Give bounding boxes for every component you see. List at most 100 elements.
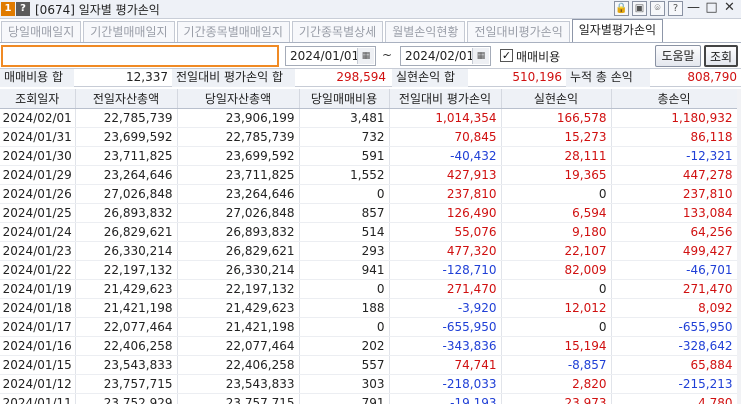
- cell-real: 166,578: [501, 108, 612, 128]
- cell-total: 65,884: [611, 355, 738, 375]
- cell-fee: 303: [299, 374, 390, 394]
- calendar-icon[interactable]: ▦: [357, 48, 374, 64]
- cell-fee: 0: [299, 279, 390, 299]
- table-row[interactable]: 2024/01/12 23,757,715 23,543,833 303 -218,03…: [0, 374, 738, 394]
- cell-total: -46,701: [611, 260, 738, 280]
- cell-date: 2024/02/01: [0, 108, 76, 128]
- cell-cur-asset: 23,543,833: [177, 374, 300, 394]
- cell-prev-asset: 23,264,646: [75, 165, 178, 185]
- cell-total: -328,642: [611, 336, 738, 356]
- date-from-input[interactable]: 2024/01/01 ▦: [285, 46, 376, 66]
- cell-prev-asset: 23,699,592: [75, 127, 178, 147]
- cell-real: -8,857: [501, 355, 612, 375]
- cell-eval: -128,710: [389, 260, 502, 280]
- column-header[interactable]: 실현손익: [501, 89, 612, 109]
- cell-eval: 126,490: [389, 203, 502, 223]
- cell-fee: 514: [299, 222, 390, 242]
- table-row[interactable]: 2024/01/31 23,699,592 22,785,739 732 70,845 1…: [0, 127, 738, 147]
- table-row[interactable]: 2024/01/16 22,406,258 22,077,464 202 -343,83…: [0, 336, 738, 356]
- search-button[interactable]: 조회: [704, 45, 738, 67]
- column-header[interactable]: 전일자산총액: [75, 89, 178, 109]
- cell-total: 1,180,932: [611, 108, 738, 128]
- cell-date: 2024/01/16: [0, 336, 76, 356]
- column-header[interactable]: 총손익: [611, 89, 738, 109]
- cell-eval: 74,741: [389, 355, 502, 375]
- tab-4[interactable]: 월별손익현황: [385, 21, 466, 42]
- cell-date: 2024/01/23: [0, 241, 76, 261]
- cell-prev-asset: 23,543,833: [75, 355, 178, 375]
- fee-checkbox-label: 매매비용: [516, 50, 561, 64]
- help-button[interactable]: 도움말: [655, 45, 701, 67]
- cell-cur-asset: 23,699,592: [177, 146, 300, 166]
- column-header[interactable]: 당일자산총액: [177, 89, 300, 109]
- cell-date: 2024/01/29: [0, 165, 76, 185]
- table-row[interactable]: 2024/01/18 21,421,198 21,429,623 188 -3,920 1…: [0, 298, 738, 318]
- tab-1[interactable]: 기간별매매일지: [83, 21, 175, 42]
- table-row[interactable]: 2024/01/15 23,543,833 22,406,258 557 74,741-…: [0, 355, 738, 375]
- realized-total-value: 510,196: [512, 70, 562, 84]
- screen-number-badge[interactable]: 1: [1, 2, 15, 16]
- cell-eval: -655,950: [389, 317, 502, 337]
- cell-eval: 237,810: [389, 184, 502, 204]
- table-row[interactable]: 2024/01/29 23,264,646 23,711,825 1,552 427,9…: [0, 165, 738, 185]
- cell-fee: 557: [299, 355, 390, 375]
- table-row[interactable]: 2024/01/30 23,711,825 23,699,592 591 -40,432…: [0, 146, 738, 166]
- date-to-input[interactable]: 2024/02/01 ▦: [400, 46, 491, 66]
- table-row[interactable]: 2024/01/19 21,429,623 22,197,132 0 271,470 0 2…: [0, 279, 738, 299]
- cell-eval: -3,920: [389, 298, 502, 318]
- cell-date: 2024/01/31: [0, 127, 76, 147]
- title-bar: 1 ? [0674] 일자별 평가손익 🔒 ▣ ⌾ ? — □ ✕: [0, 0, 741, 19]
- tab-2[interactable]: 기간종목별매매일지: [176, 21, 290, 42]
- question-icon[interactable]: ?: [668, 1, 683, 16]
- table-row[interactable]: 2024/01/26 27,026,848 23,264,646 0 237,810 0 2…: [0, 184, 738, 204]
- cell-cur-asset: 26,893,832: [177, 222, 300, 242]
- table-row[interactable]: 2024/01/11 23,752,929 23,757,715 791 -19,193…: [0, 393, 738, 404]
- cell-cur-asset: 23,264,646: [177, 184, 300, 204]
- cell-prev-asset: 22,077,464: [75, 317, 178, 337]
- help-badge-icon[interactable]: ?: [16, 2, 30, 16]
- column-header[interactable]: 조회일자: [0, 89, 76, 109]
- account-input[interactable]: [1, 45, 279, 67]
- cell-date: 2024/01/19: [0, 279, 76, 299]
- tab-3[interactable]: 기간종목별상세: [291, 21, 384, 42]
- table-row[interactable]: 2024/01/22 22,197,132 26,330,214 941 -128,71…: [0, 260, 738, 280]
- window-title: [0674] 일자별 평가손익: [35, 2, 160, 17]
- cell-real: 19,365: [501, 165, 612, 185]
- vertical-scrollbar[interactable]: [737, 89, 741, 404]
- cell-date: 2024/01/25: [0, 203, 76, 223]
- cell-fee: 732: [299, 127, 390, 147]
- maximize-icon[interactable]: □: [704, 1, 719, 16]
- table-row[interactable]: 2024/01/24 26,829,621 26,893,832 514 55,076 9…: [0, 222, 738, 242]
- camera-icon[interactable]: ⌾: [650, 1, 665, 16]
- cell-fee: 591: [299, 146, 390, 166]
- daily-pnl-grid[interactable]: 조회일자 전일자산총액 당일자산총액 당일매매비용 전일대비 평가손익 실현손익 총손익 2…: [0, 89, 741, 404]
- calendar-icon[interactable]: ▦: [472, 48, 489, 64]
- cell-prev-asset: 21,421,198: [75, 298, 178, 318]
- lock-icon[interactable]: 🔒: [614, 1, 629, 16]
- fee-checkbox[interactable]: ✓: [500, 49, 513, 62]
- tab-6[interactable]: 일자별평가손익: [571, 19, 664, 42]
- cell-total: 86,118: [611, 127, 738, 147]
- copy-icon[interactable]: ▣: [632, 1, 647, 16]
- cell-real: 0: [501, 184, 612, 204]
- cell-eval: -40,432: [389, 146, 502, 166]
- eval-total-label: 전일대비 평가손익 합: [172, 69, 295, 87]
- column-header[interactable]: 전일대비 평가손익: [389, 89, 502, 109]
- cell-real: 9,180: [501, 222, 612, 242]
- cell-total: -12,321: [611, 146, 738, 166]
- column-header[interactable]: 당일매매비용: [299, 89, 390, 109]
- cell-fee: 293: [299, 241, 390, 261]
- close-icon[interactable]: ✕: [722, 1, 737, 16]
- table-row[interactable]: 2024/01/23 26,330,214 26,829,621 293 477,320…: [0, 241, 738, 261]
- tab-0[interactable]: 당일매매일지: [1, 21, 82, 42]
- table-row[interactable]: 2024/01/25 26,893,832 27,026,848 857 126,490…: [0, 203, 738, 223]
- cell-total: 8,092: [611, 298, 738, 318]
- table-row[interactable]: 2024/02/01 22,785,739 23,906,199 3,481 1,014…: [0, 108, 738, 128]
- cell-total: 237,810: [611, 184, 738, 204]
- minimize-icon[interactable]: —: [686, 1, 701, 16]
- cell-fee: 0: [299, 317, 390, 337]
- table-row[interactable]: 2024/01/17 22,077,464 21,421,198 0 -655,950 0…: [0, 317, 738, 337]
- cell-prev-asset: 26,829,621: [75, 222, 178, 242]
- tab-5[interactable]: 전일대비평가손익: [467, 21, 570, 42]
- date-range-separator: ~: [382, 48, 393, 62]
